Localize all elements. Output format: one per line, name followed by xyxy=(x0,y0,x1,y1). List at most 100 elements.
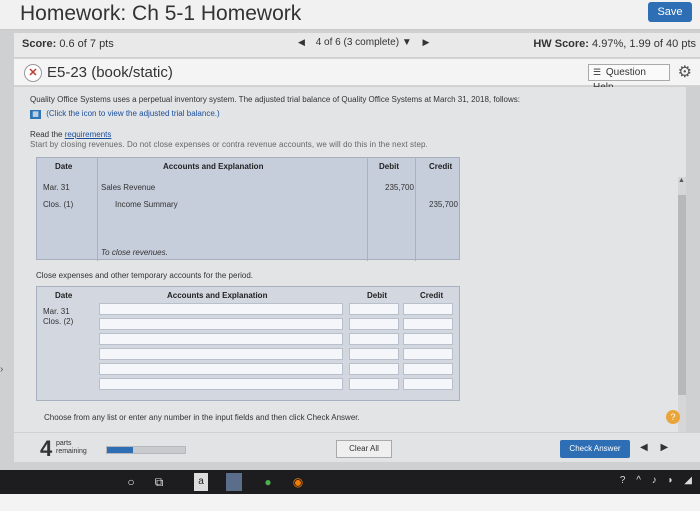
save-button[interactable]: Save xyxy=(648,2,692,22)
progress-bar xyxy=(106,446,186,454)
scroll-up-icon[interactable]: ▲ xyxy=(678,177,685,184)
parts-label-line: parts xyxy=(56,440,72,447)
read-requirements: Read the requirements xyxy=(30,130,111,139)
row-account: Sales Revenue xyxy=(101,183,156,192)
row-date: Mar. 31 xyxy=(43,183,70,192)
accounts-header: Accounts and Explanation xyxy=(167,291,268,300)
system-tray: ? ^ ♪ ◗ ◢ xyxy=(620,475,692,486)
debit-input[interactable] xyxy=(349,318,399,330)
previous-part-icon[interactable]: ◀ xyxy=(640,442,648,453)
partial-credit-icon: ✕ xyxy=(24,64,42,82)
progress-fill xyxy=(107,447,133,453)
help-icon[interactable]: ? xyxy=(666,410,680,424)
question-help-button[interactable]: ☰ Question Help xyxy=(588,64,670,93)
next-part-icon[interactable]: ▶ xyxy=(660,442,668,453)
tray-chevron-icon[interactable]: ^ xyxy=(636,475,641,486)
gear-icon[interactable]: ⚙ xyxy=(678,62,692,82)
account-input[interactable] xyxy=(99,348,343,360)
account-input[interactable] xyxy=(99,333,343,345)
row-account: Income Summary xyxy=(115,200,178,209)
close-expenses-instruction: Close expenses and other temporary accou… xyxy=(36,271,254,280)
requirements-link[interactable]: requirements xyxy=(65,130,112,139)
account-input[interactable] xyxy=(99,378,343,390)
debit-input[interactable] xyxy=(349,363,399,375)
cortana-icon[interactable]: ○ xyxy=(124,473,138,491)
app-icon[interactable]: ◉ xyxy=(290,473,306,491)
chevron-right-icon[interactable]: › xyxy=(0,364,3,375)
remaining-label-line: remaining xyxy=(56,448,87,455)
debit-header: Debit xyxy=(367,291,387,300)
requirement-instruction: Start by closing revenues. Do not close … xyxy=(30,140,428,149)
scrollbar-thumb[interactable] xyxy=(678,195,686,395)
homework-title: Homework: Ch 5-1 Homework xyxy=(20,2,302,25)
wifi-icon[interactable]: ◗ xyxy=(667,475,673,486)
hw-score-label: HW Score: xyxy=(533,38,589,50)
expense-closing-table: Date Accounts and Explanation Debit Cred… xyxy=(36,286,460,401)
answer-instructions: Choose from any list or enter any number… xyxy=(44,413,360,422)
top-bar: Homework: Ch 5-1 Homework Save xyxy=(0,0,700,30)
photos-app-icon[interactable] xyxy=(226,473,242,491)
list-icon: ☰ xyxy=(593,67,602,77)
question-title: E5-23 (book/static) xyxy=(47,64,173,81)
trial-balance-link[interactable]: ▦ (Click the icon to view the adjusted t… xyxy=(30,109,220,119)
date-header: Date xyxy=(55,291,73,300)
entry-date: Mar. 31 xyxy=(43,307,70,316)
column-divider xyxy=(97,158,98,261)
amazon-app-icon[interactable]: a xyxy=(194,473,208,491)
credit-input[interactable] xyxy=(403,318,453,330)
credit-input[interactable] xyxy=(403,348,453,360)
credit-header: Credit xyxy=(429,162,453,171)
question-bar: ✕ E5-23 (book/static) ☰ Question Help ⚙ xyxy=(14,58,700,93)
hw-score-value: 4.97%, 1.99 of 40 pts xyxy=(592,38,696,50)
parts-remaining-label: parts remaining xyxy=(56,440,87,456)
trial-balance-note: (Click the icon to view the adjusted tri… xyxy=(46,109,220,118)
help-icon[interactable]: ? xyxy=(620,475,626,486)
account-input[interactable] xyxy=(99,303,343,315)
problem-statement: Quality Office Systems uses a perpetual … xyxy=(30,95,521,104)
hw-score: HW Score: 4.97%, 1.99 of 40 pts xyxy=(533,38,696,50)
row-debit: 235,700 xyxy=(385,183,414,192)
network-icon[interactable]: ◢ xyxy=(684,475,692,486)
taskbar: ○ ⧉ a ● ◉ ? ^ ♪ ◗ ◢ xyxy=(0,470,700,494)
account-input[interactable] xyxy=(99,318,343,330)
chrome-icon[interactable]: ● xyxy=(260,473,276,491)
credit-header: Credit xyxy=(420,291,444,300)
debit-input[interactable] xyxy=(349,378,399,390)
entry-reference: Clos. (2) xyxy=(43,317,74,326)
row-credit: 235,700 xyxy=(429,200,458,209)
question-navigator: ◀ 4 of 6 (3 complete) ▼ ▶ xyxy=(290,37,437,48)
answer-bar: 4 parts remaining Clear All Check Answer… xyxy=(14,432,700,462)
debit-input[interactable] xyxy=(349,348,399,360)
revenue-closing-table: Date Accounts and Explanation Debit Cred… xyxy=(36,157,460,261)
question-menu-icon[interactable]: ▼ xyxy=(402,37,412,48)
credit-input[interactable] xyxy=(403,363,453,375)
accounts-header: Accounts and Explanation xyxy=(163,162,264,171)
credit-input[interactable] xyxy=(403,303,453,315)
score-display: Score: 0.6 of 7 pts xyxy=(22,38,114,50)
check-answer-button[interactable]: Check Answer xyxy=(560,440,630,458)
clear-all-button[interactable]: Clear All xyxy=(336,440,392,458)
score-value: 0.6 of 7 pts xyxy=(59,38,114,50)
debit-input[interactable] xyxy=(349,303,399,315)
credit-input[interactable] xyxy=(403,378,453,390)
part-navigation: ◀ ▶ xyxy=(640,442,668,453)
read-prefix: Read the xyxy=(30,130,63,139)
previous-question-icon[interactable]: ◀ xyxy=(298,37,305,48)
next-question-icon[interactable]: ▶ xyxy=(423,37,430,48)
question-position[interactable]: 4 of 6 (3 complete) xyxy=(316,37,399,48)
screen-bottom xyxy=(0,494,700,511)
credit-input[interactable] xyxy=(403,333,453,345)
task-view-icon[interactable]: ⧉ xyxy=(150,473,168,491)
score-label: Score: xyxy=(22,38,57,50)
volume-icon[interactable]: ♪ xyxy=(652,475,657,486)
entry-explanation: To close revenues. xyxy=(101,248,168,257)
column-divider xyxy=(367,158,368,261)
debit-header: Debit xyxy=(379,162,399,171)
debit-input[interactable] xyxy=(349,333,399,345)
row-date: Clos. (1) xyxy=(43,200,74,209)
account-input[interactable] xyxy=(99,363,343,375)
table-icon[interactable]: ▦ xyxy=(30,110,41,119)
question-content: Quality Office Systems uses a perpetual … xyxy=(14,87,686,457)
column-divider xyxy=(415,158,416,261)
score-bar: Score: 0.6 of 7 pts ◀ 4 of 6 (3 complete… xyxy=(14,33,700,57)
